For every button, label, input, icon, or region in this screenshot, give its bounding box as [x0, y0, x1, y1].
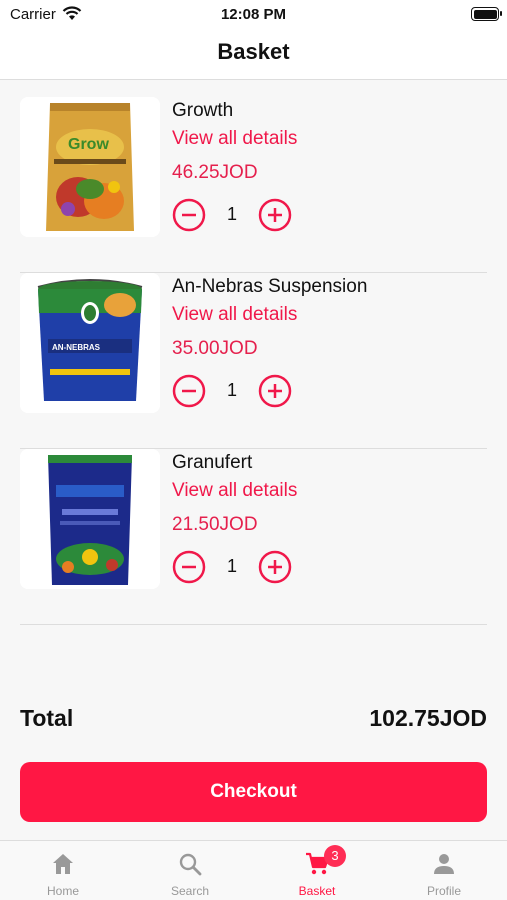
quantity-value: 1: [226, 204, 237, 224]
product-name: Granufert: [172, 452, 253, 473]
basket-item: Grow Growth View all details 46.25JOD 1: [20, 97, 487, 273]
tab-bar: Home Search 3 Basket Profile: [0, 840, 507, 900]
minus-circle-icon: [172, 550, 206, 584]
tab-label: Basket: [298, 884, 336, 898]
nav-header: Basket: [0, 30, 507, 80]
svg-text:AN-NEBRAS: AN-NEBRAS: [52, 343, 101, 352]
decrease-quantity-button[interactable]: [172, 550, 206, 584]
tab-search[interactable]: Search: [127, 841, 253, 900]
total-value: 102.75JOD: [369, 705, 487, 731]
tab-label: Profile: [426, 884, 461, 898]
search-icon: [179, 853, 202, 876]
tab-home[interactable]: Home: [0, 841, 126, 900]
tab-label: Search: [170, 884, 210, 898]
product-price: 46.25JOD: [172, 162, 258, 183]
product-price: 21.50JOD: [172, 514, 258, 535]
minus-circle-icon: [172, 374, 206, 408]
view-details-link[interactable]: View all details: [172, 480, 297, 502]
home-icon: [53, 854, 73, 874]
quantity-stepper: 1: [172, 374, 294, 408]
increase-quantity-button[interactable]: [258, 198, 292, 232]
page-title: Basket: [217, 39, 290, 64]
product-price: 35.00JOD: [172, 338, 258, 359]
tab-label: Home: [46, 884, 79, 898]
increase-quantity-button[interactable]: [258, 374, 292, 408]
battery-icon: [471, 7, 502, 21]
status-bar: Carrier 12:08 PM: [0, 0, 507, 30]
clock: 12:08 PM: [220, 6, 287, 23]
total-label: Total: [20, 705, 74, 731]
cart-count-badge: 3: [324, 845, 346, 867]
plus-circle-icon: [258, 374, 292, 408]
basket-item: Granufert View all details 21.50JOD 1: [20, 449, 487, 625]
tab-basket[interactable]: 3 Basket: [254, 841, 380, 900]
decrease-quantity-button[interactable]: [172, 374, 206, 408]
tab-profile[interactable]: Profile: [381, 841, 507, 900]
basket-item: AN-NEBRAS An-Nebras Suspension View all …: [20, 273, 487, 449]
checkout-button[interactable]: Checkout: [20, 762, 487, 822]
product-name: An-Nebras Suspension: [172, 276, 368, 297]
plus-circle-icon: [258, 550, 292, 584]
quantity-value: 1: [226, 556, 237, 576]
view-details-link[interactable]: View all details: [172, 304, 297, 326]
quantity-value: 1: [226, 380, 237, 400]
person-icon: [434, 854, 454, 874]
product-image[interactable]: Grow: [20, 97, 160, 237]
quantity-stepper: 1: [172, 550, 294, 584]
product-image[interactable]: [20, 449, 160, 589]
view-details-link[interactable]: View all details: [172, 128, 297, 150]
quantity-stepper: 1: [172, 198, 294, 232]
svg-text:Grow: Grow: [68, 136, 109, 153]
minus-circle-icon: [172, 198, 206, 232]
decrease-quantity-button[interactable]: [172, 198, 206, 232]
increase-quantity-button[interactable]: [258, 550, 292, 584]
product-name: Growth: [172, 100, 234, 121]
product-image[interactable]: AN-NEBRAS: [20, 273, 160, 413]
plus-circle-icon: [258, 198, 292, 232]
